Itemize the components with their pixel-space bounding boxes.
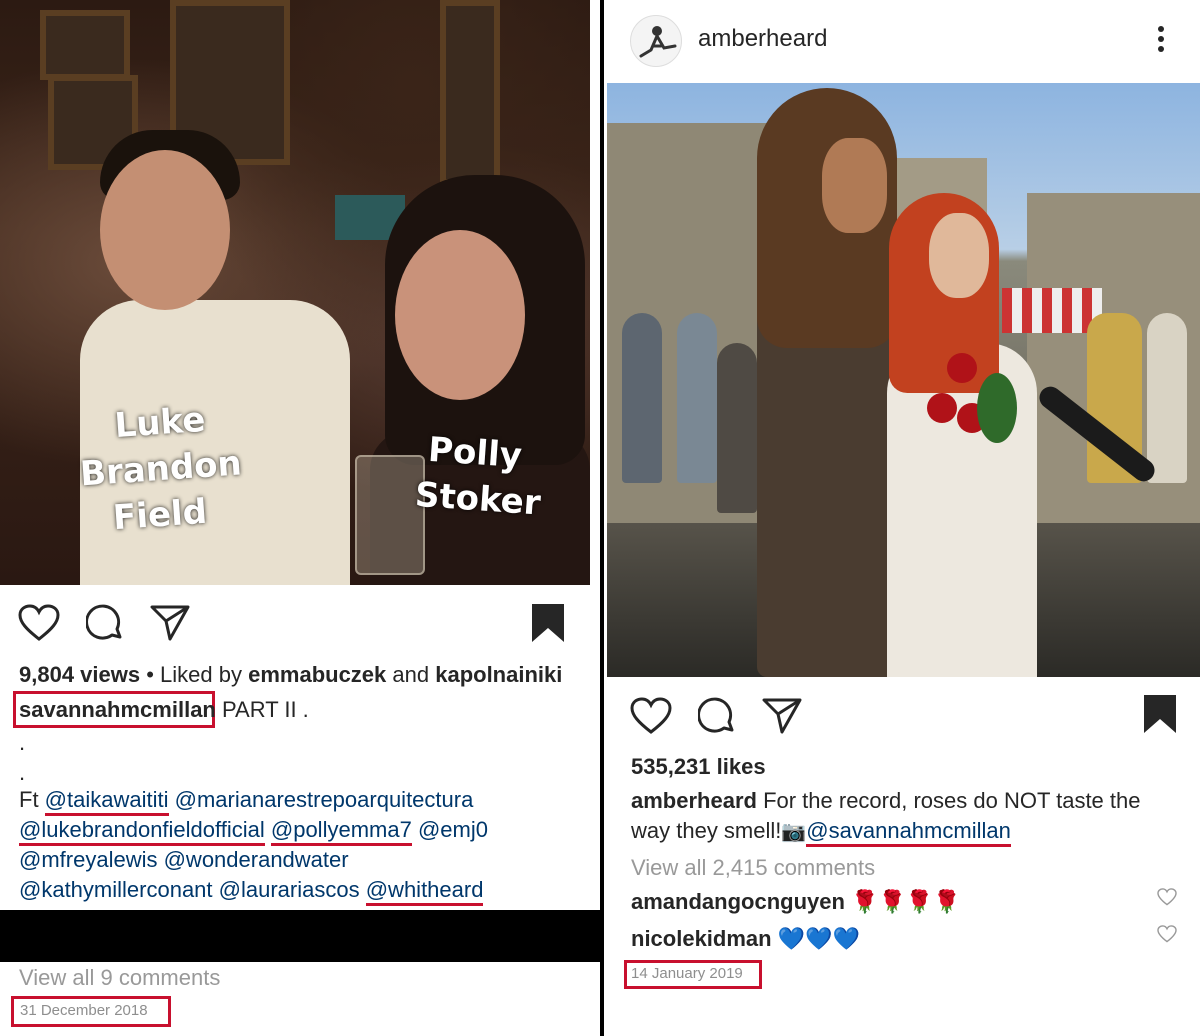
- share-icon[interactable]: [150, 604, 190, 642]
- post-date: 31 December 2018: [20, 1002, 148, 1019]
- comment-row: amandangocnguyen 🌹🌹🌹🌹: [631, 887, 961, 918]
- header-username[interactable]: amberheard: [698, 25, 827, 53]
- mention-link[interactable]: @marianarestrepoarquitectura: [175, 787, 474, 812]
- avatar-image: [639, 26, 677, 58]
- mention-link[interactable]: @emj0: [418, 817, 488, 842]
- mention-link[interactable]: @pollyemma7: [270, 817, 412, 846]
- caption-line: amberheard For the record, roses do NOT …: [631, 786, 1141, 816]
- comment-username[interactable]: nicolekidman: [631, 926, 772, 951]
- caption-tags-line: @mfreyalewis @wonderandwater: [19, 845, 349, 875]
- more-icon[interactable]: [1156, 26, 1166, 56]
- crowd-person: [1147, 313, 1187, 483]
- caption-text: PART II .: [215, 697, 309, 722]
- ft-prefix: Ft: [19, 787, 45, 812]
- avatar[interactable]: [630, 15, 682, 67]
- liked-by-user[interactable]: kapolnainiki: [435, 662, 562, 687]
- caption-dot: .: [19, 730, 26, 755]
- photo-label-luke: Luke Brandon Field: [79, 400, 243, 538]
- heart-icon[interactable]: [630, 697, 672, 735]
- caption-text: way they smell!: [631, 818, 782, 843]
- person-face: [929, 213, 989, 298]
- view-all-comments[interactable]: View all 9 comments: [19, 963, 220, 993]
- blue-heart-emoji: 💙💙💙: [777, 927, 860, 952]
- wall-frame: [40, 10, 130, 80]
- comment-row: nicolekidman 💙💙💙: [631, 924, 860, 955]
- comment-like-heart-icon[interactable]: [1157, 925, 1177, 948]
- liked-by-and: and: [386, 662, 436, 687]
- mention-link[interactable]: @mfreyalewis: [19, 847, 157, 872]
- leaves: [977, 373, 1017, 443]
- post-date: 14 January 2019: [631, 965, 743, 982]
- caption-text: For the record, roses do NOT taste the: [756, 788, 1141, 813]
- mention-link[interactable]: @whitheard: [365, 877, 484, 906]
- rose-bouquet: [927, 353, 1017, 463]
- right-post: amberheard 535,231 likes amberheard For …: [604, 0, 1200, 1036]
- bookmark-icon[interactable]: [531, 603, 565, 643]
- mention-link[interactable]: @kathymillerconant: [19, 877, 213, 902]
- comment-like-heart-icon[interactable]: [1157, 888, 1177, 911]
- post-photo[interactable]: [607, 83, 1200, 677]
- mention-link[interactable]: @savannahmcmillan: [806, 818, 1011, 847]
- photo-label-polly: Polly Stoker: [414, 430, 542, 524]
- caption-tags-line: @kathymillerconant @laurariascos @whithe…: [19, 875, 484, 906]
- view-all-comments[interactable]: View all 2,415 comments: [631, 853, 875, 883]
- likes-line: 9,804 views • Liked by emmabuczek and ka…: [19, 660, 562, 690]
- caption-dot: .: [19, 760, 26, 785]
- label-line: Field: [111, 491, 209, 539]
- caption-tags-line: Ft @taikawaititi @marianarestrepoarquite…: [19, 785, 474, 816]
- person-head: [100, 150, 230, 310]
- mention-link[interactable]: @wonderandwater: [164, 847, 349, 872]
- mention-link[interactable]: @laurariascos: [219, 877, 360, 902]
- rose-emoji: 🌹🌹🌹🌹: [851, 890, 961, 915]
- left-post: Luke Brandon Field Polly Stoker 9,804 vi…: [0, 0, 600, 1036]
- rose: [947, 353, 977, 383]
- redaction-bar: [0, 910, 600, 962]
- camera-emoji: 📷: [781, 819, 807, 843]
- crowd-person: [622, 313, 662, 483]
- caption-line: savannahmcmillan PART II .: [19, 695, 309, 725]
- caption-line: way they smell!📷@savannahmcmillan: [631, 816, 1011, 847]
- mention-link[interactable]: @taikawaititi: [44, 787, 169, 816]
- caption-username[interactable]: amberheard: [631, 788, 757, 813]
- share-icon[interactable]: [762, 697, 802, 735]
- bookmark-icon[interactable]: [1143, 694, 1177, 734]
- liked-by-user[interactable]: emmabuczek: [248, 662, 386, 687]
- comment-icon[interactable]: [86, 604, 126, 644]
- crowd-person: [677, 313, 717, 483]
- comment-username[interactable]: amandangocnguyen: [631, 889, 845, 914]
- label-line: Stoker: [413, 474, 542, 524]
- heart-icon[interactable]: [18, 604, 60, 642]
- person-face: [822, 138, 887, 233]
- caption-tags-line: @lukebrandonfieldofficial @pollyemma7 @e…: [19, 815, 488, 846]
- wall-frame: [440, 0, 500, 185]
- liked-by-prefix: • Liked by: [140, 662, 249, 687]
- comment-icon[interactable]: [698, 697, 738, 737]
- caption-username[interactable]: savannahmcmillan: [19, 697, 216, 722]
- views-count: 9,804 views: [19, 662, 141, 687]
- mention-link[interactable]: @lukebrandonfieldofficial: [19, 817, 265, 846]
- person-head: [395, 230, 525, 400]
- crowd-person: [717, 343, 757, 513]
- rose: [927, 393, 957, 423]
- post-photo[interactable]: Luke Brandon Field Polly Stoker: [0, 0, 590, 585]
- likes-count[interactable]: 535,231 likes: [631, 752, 766, 782]
